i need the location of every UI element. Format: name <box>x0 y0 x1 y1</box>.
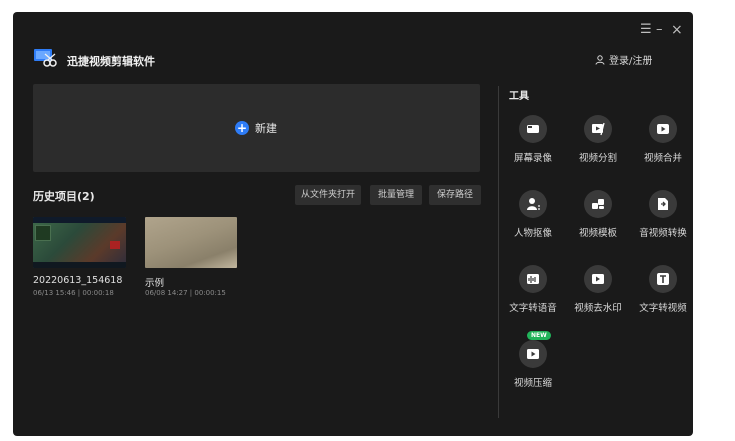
batch-manage-button[interactable]: 批量管理 <box>370 185 422 205</box>
new-project-panel[interactable]: + 新建 <box>33 84 480 172</box>
app-logo-icon <box>34 49 57 67</box>
video-split-icon <box>584 115 612 143</box>
user-icon <box>595 54 605 65</box>
menu-icon[interactable]: ☰ <box>640 23 652 37</box>
tool-av-convert[interactable]: 音视频转换 <box>631 190 695 239</box>
project-thumbnail[interactable] <box>145 217 237 268</box>
new-project-label: 新建 <box>255 122 277 135</box>
remove-watermark-icon <box>584 265 612 293</box>
project-meta: 06/08 14:27 | 00:00:15 <box>145 289 226 297</box>
tool-screen-record[interactable]: 屏幕录像 <box>501 115 565 164</box>
tools-title: 工具 <box>509 91 529 102</box>
save-path-button[interactable]: 保存路径 <box>429 185 481 205</box>
minimap <box>35 225 51 241</box>
project-name[interactable]: 20220613_154618 <box>33 275 122 286</box>
tool-video-merge[interactable]: 视频合并 <box>631 115 695 164</box>
app-window: ☰ – × 迅捷视频剪辑软件 登录/注册 + 新建 历史项目(2) 从文件夹打开… <box>13 12 693 436</box>
tool-label: 视频模板 <box>578 228 617 239</box>
history-title: 历史项目(2) <box>33 190 95 203</box>
tool-label: 视频合并 <box>643 153 682 164</box>
text-to-speech-icon <box>519 265 547 293</box>
tool-label: 音视频转换 <box>639 228 687 239</box>
tool-remove-watermark[interactable]: 视频去水印 <box>566 265 630 314</box>
open-from-folder-button[interactable]: 从文件夹打开 <box>295 185 361 205</box>
tool-label: 文字转语音 <box>509 303 557 314</box>
video-merge-icon <box>649 115 677 143</box>
game-effect <box>110 241 120 249</box>
game-hud-bottom <box>33 262 126 268</box>
text-to-video-icon <box>649 265 677 293</box>
screen-record-icon <box>519 115 547 143</box>
panel-divider <box>498 86 499 418</box>
tool-label: 视频分割 <box>578 153 617 164</box>
person-cutout-icon <box>519 190 547 218</box>
tool-label: 视频去水印 <box>574 303 622 314</box>
tool-person-cutout[interactable]: 人物抠像 <box>501 190 565 239</box>
project-thumbnail[interactable] <box>33 217 126 268</box>
tool-label: 视频压缩 <box>513 378 552 389</box>
video-template-icon <box>584 190 612 218</box>
tool-video-compress[interactable]: NEW 视频压缩 <box>501 331 565 389</box>
close-button[interactable]: × <box>671 23 683 37</box>
game-hud <box>33 217 126 223</box>
tool-video-template[interactable]: 视频模板 <box>566 190 630 239</box>
new-project-button[interactable]: + 新建 <box>235 120 277 136</box>
tool-label: 屏幕录像 <box>513 153 552 164</box>
new-badge: NEW <box>527 331 551 340</box>
video-compress-icon: NEW <box>519 331 551 368</box>
tool-text-to-speech[interactable]: 文字转语音 <box>501 265 565 314</box>
project-name[interactable]: 示例 <box>145 275 164 289</box>
av-convert-icon <box>649 190 677 218</box>
minimize-button[interactable]: – <box>656 23 663 37</box>
login-button[interactable]: 登录/注册 <box>595 52 652 67</box>
tool-text-to-video[interactable]: 文字转视频 <box>631 265 695 314</box>
plus-icon: + <box>235 121 249 135</box>
app-title: 迅捷视频剪辑软件 <box>67 55 155 68</box>
login-label: 登录/注册 <box>609 56 653 67</box>
tool-label: 人物抠像 <box>513 228 552 239</box>
project-meta: 06/13 15:46 | 00:00:18 <box>33 289 114 297</box>
tool-video-split[interactable]: 视频分割 <box>566 115 630 164</box>
tool-label: 文字转视频 <box>639 303 687 314</box>
